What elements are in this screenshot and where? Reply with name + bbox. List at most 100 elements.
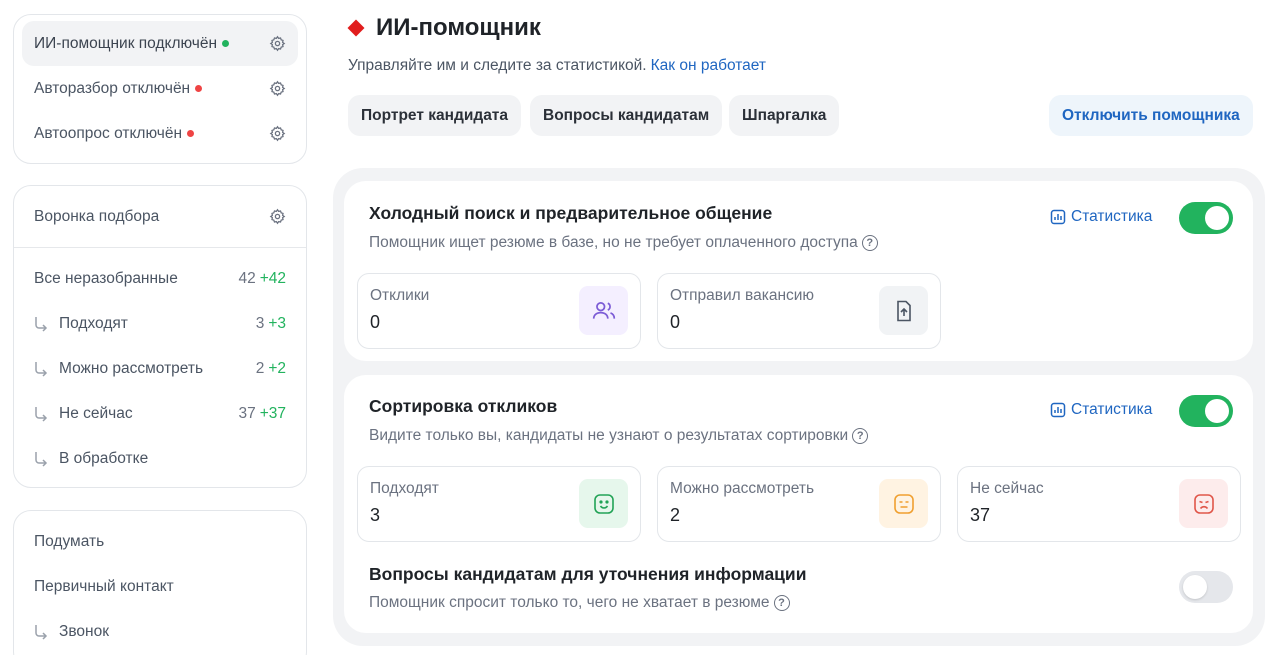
tab-cheatsheet[interactable]: Шпаргалка <box>729 95 840 136</box>
pipeline-item-label: Первичный контакт <box>34 577 174 595</box>
sorting-toggle[interactable] <box>1179 395 1233 427</box>
funnel-item-label: В обработке <box>59 449 149 467</box>
questions-title: Вопросы кандидатам для уточнения информа… <box>369 564 807 584</box>
stats-link-label: Статистика <box>1071 208 1153 225</box>
cold-search-stats-link[interactable]: Статистика <box>1050 208 1152 226</box>
questions-desc-text: Помощник спросит только то, чего не хват… <box>369 594 770 611</box>
subitem-arrow-icon <box>34 624 52 640</box>
gear-icon[interactable] <box>268 80 286 98</box>
cold-search-toggle[interactable] <box>1179 202 1233 234</box>
funnel-count: 37 <box>238 404 256 422</box>
smile-icon <box>579 479 628 528</box>
toggle-knob <box>1205 399 1229 423</box>
diamond-logo-icon <box>347 19 365 37</box>
metric-label: Не сейчас <box>970 480 1044 497</box>
page-title: ИИ-помощник <box>347 14 541 42</box>
subitem-arrow-icon <box>34 361 52 377</box>
assistant-label: Автоопрос отключён <box>34 124 183 142</box>
toggle-knob <box>1183 575 1207 599</box>
cold-search-desc: Помощник ищет резюме в базе, но не требу… <box>369 234 878 252</box>
funnel-item-fit[interactable]: Подходят 3 +3 <box>14 301 306 346</box>
funnel-item-label: Не сейчас <box>59 404 133 422</box>
gear-icon[interactable] <box>268 125 286 143</box>
metric-value: 37 <box>970 505 991 525</box>
bar-chart-icon <box>1050 402 1066 418</box>
sorting-desc-text: Видите только вы, кандидаты не узнают о … <box>369 427 849 444</box>
metric-label: Отправил вакансию <box>670 287 815 304</box>
sorting-stats-link[interactable]: Статистика <box>1050 401 1152 419</box>
sorting-title: Сортировка откликов <box>369 396 558 416</box>
funnel-item-not-now[interactable]: Не сейчас 37 +37 <box>14 391 306 436</box>
help-icon[interactable]: ? <box>852 428 869 444</box>
funnel-count: 42 <box>238 269 256 287</box>
subitem-arrow-icon <box>34 406 52 422</box>
metric-label: Отклики <box>370 287 430 304</box>
funnel-item-label: Можно рассмотреть <box>59 359 204 377</box>
upload-icon <box>879 286 928 335</box>
pipeline-item-label: Звонок <box>59 622 110 640</box>
metric-label: Можно рассмотреть <box>670 480 815 497</box>
metric-value: 0 <box>370 312 381 332</box>
help-icon[interactable]: ? <box>773 595 790 611</box>
funnel-count: 3 <box>255 314 265 332</box>
pipeline-item-label: Подумать <box>34 532 105 550</box>
tab-candidate-questions[interactable]: Вопросы кандидатам <box>530 95 723 136</box>
assistant-label: Авторазбор отключён <box>34 79 191 97</box>
funnel-item-processing[interactable]: В обработке <box>14 436 306 481</box>
subtitle-text: Управляйте им и следите за статистикой. <box>348 57 647 74</box>
funnel-card: Воронка подбора Все неразобранные 42 +42… <box>13 185 307 488</box>
neutral-face-icon <box>879 479 928 528</box>
funnel-item-consider[interactable]: Можно рассмотреть 2 +2 <box>14 346 306 391</box>
cold-search-desc-text: Помощник ищет резюме в базе, но не требу… <box>369 234 858 251</box>
metric-consider: Можно рассмотреть 2 <box>657 466 941 542</box>
funnel-delta: +37 <box>259 404 286 422</box>
page-title-text: ИИ-помощник <box>376 14 541 41</box>
funnel-item-all[interactable]: Все неразобранные 42 +42 <box>14 256 306 301</box>
funnel-delta: +2 <box>268 359 286 377</box>
status-dot-red <box>187 130 195 137</box>
gear-icon[interactable] <box>268 35 286 53</box>
subitem-arrow-icon <box>34 451 52 467</box>
assistant-item-autoparse[interactable]: Авторазбор отключён <box>22 66 298 111</box>
metric-value: 2 <box>670 505 681 525</box>
funnel-title: Воронка подбора <box>34 207 160 225</box>
disable-assistant-button[interactable]: Отключить помощника <box>1049 95 1253 136</box>
questions-toggle[interactable] <box>1179 571 1233 603</box>
pipeline-card: Подумать Первичный контакт Звонок <box>13 510 307 655</box>
pipeline-item-first-contact[interactable]: Первичный контакт <box>14 564 306 609</box>
status-dot-red <box>195 85 203 92</box>
metric-not-now: Не сейчас 37 <box>957 466 1241 542</box>
cold-search-title: Холодный поиск и предварительное общение <box>369 203 773 223</box>
gear-icon[interactable] <box>268 208 286 226</box>
users-icon <box>579 286 628 335</box>
stats-link-label: Статистика <box>1071 401 1153 418</box>
funnel-count: 2 <box>255 359 265 377</box>
assistant-label: ИИ-помощник подключён <box>34 34 218 52</box>
assistants-card: ИИ-помощник подключён Авторазбор отключё… <box>13 14 307 164</box>
pipeline-item-call[interactable]: Звонок <box>14 609 306 654</box>
toggle-knob <box>1205 206 1229 230</box>
subitem-arrow-icon <box>34 316 52 332</box>
tab-candidate-portrait[interactable]: Портрет кандидата <box>348 95 522 136</box>
assistant-item-ai[interactable]: ИИ-помощник подключён <box>22 21 298 66</box>
metric-fit: Подходят 3 <box>357 466 641 542</box>
metric-value: 0 <box>670 312 681 332</box>
page-subtitle: Управляйте им и следите за статистикой. К… <box>348 57 766 75</box>
how-it-works-link[interactable]: Как он работает <box>651 57 766 74</box>
status-dot-green <box>222 40 230 47</box>
metric-value: 3 <box>370 505 381 525</box>
sorting-desc: Видите только вы, кандидаты не узнают о … <box>369 427 869 445</box>
funnel-item-label: Все неразобранные <box>34 269 178 287</box>
funnel-delta: +42 <box>259 269 286 287</box>
questions-desc: Помощник спросит только то, чего не хват… <box>369 594 790 612</box>
sad-face-icon <box>1179 479 1228 528</box>
pipeline-item-think[interactable]: Подумать <box>14 519 306 564</box>
help-icon[interactable]: ? <box>861 235 878 251</box>
funnel-delta: +3 <box>268 314 286 332</box>
assistant-item-autopoll[interactable]: Автоопрос отключён <box>22 111 298 156</box>
metric-label: Подходят <box>370 480 439 497</box>
funnel-item-label: Подходят <box>59 314 128 332</box>
funnel-header[interactable]: Воронка подбора <box>14 186 306 248</box>
bar-chart-icon <box>1050 209 1066 225</box>
metric-responses: Отклики 0 <box>357 273 641 349</box>
